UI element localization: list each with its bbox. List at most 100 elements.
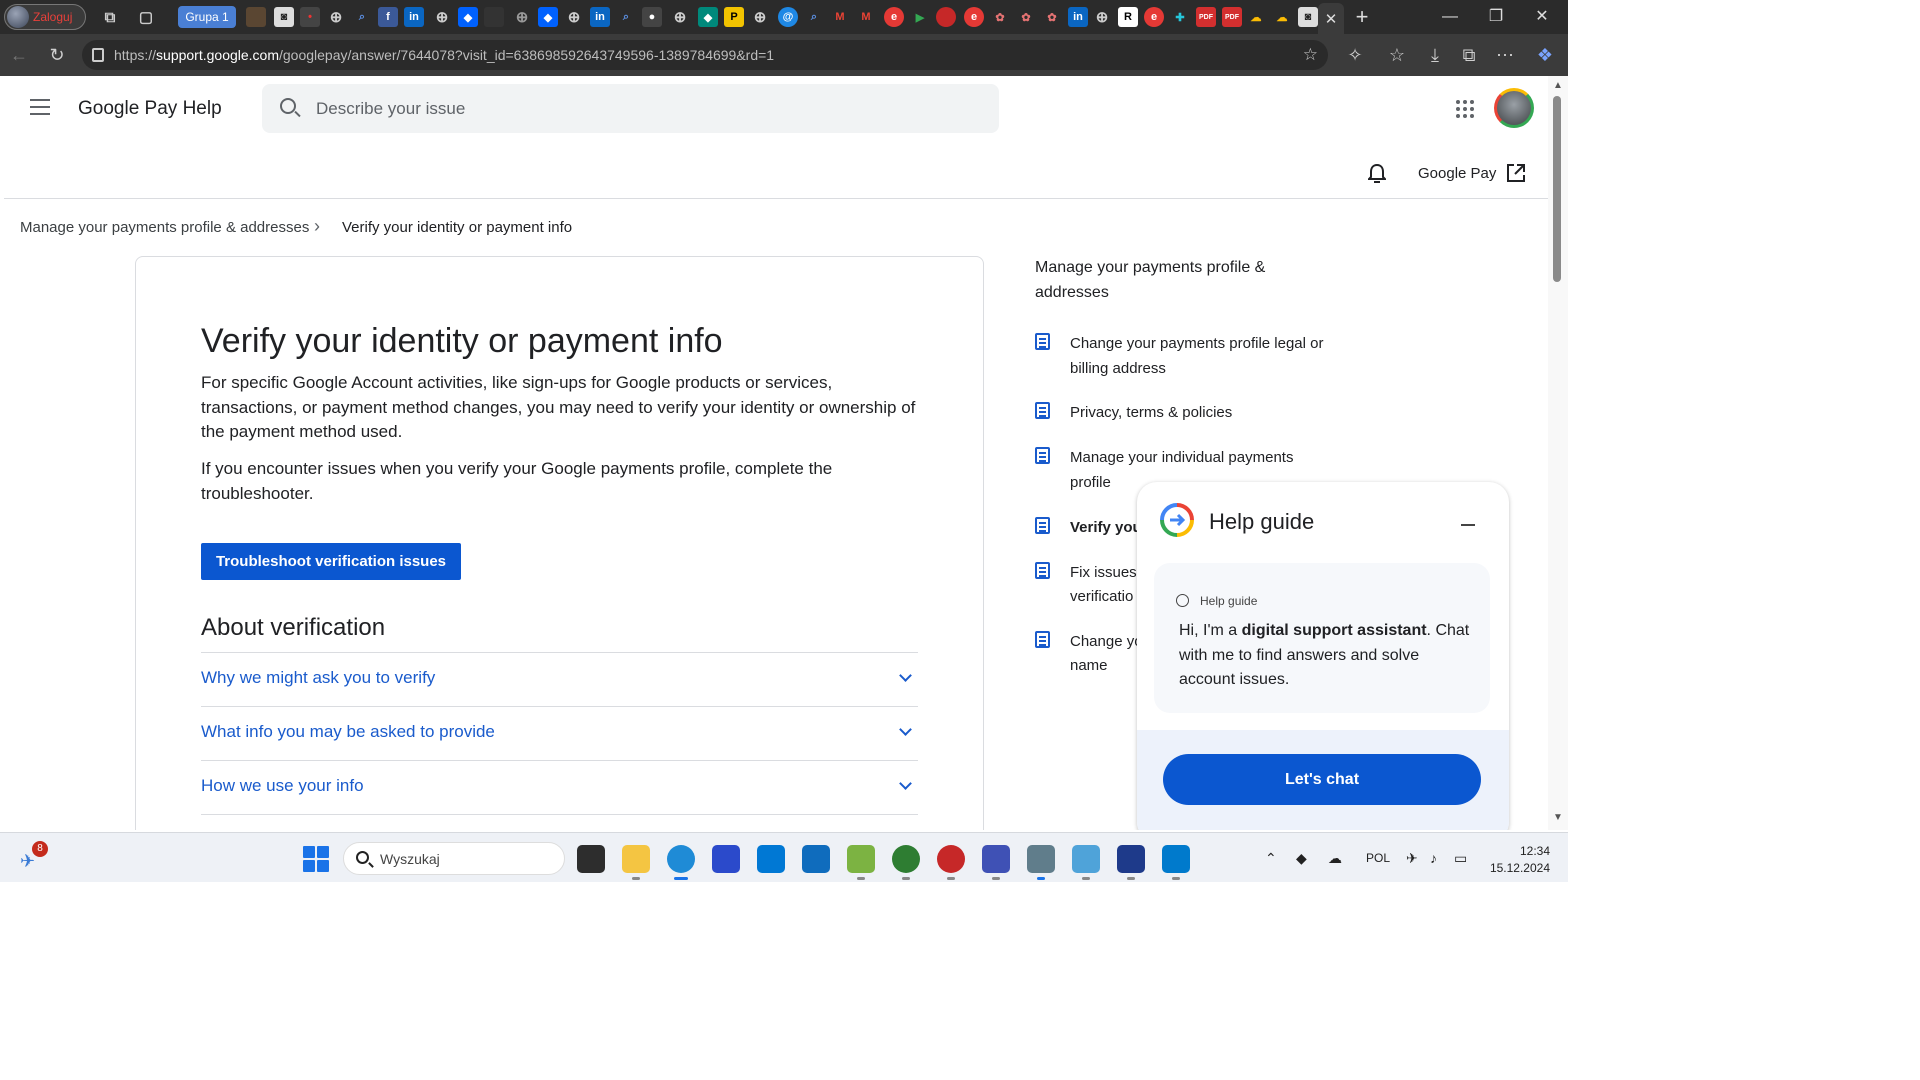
reload-icon[interactable]: ↻ <box>46 44 68 66</box>
tab-favicon-icon[interactable]: ✿ <box>1016 7 1036 27</box>
battery-icon[interactable]: ▭ <box>1454 850 1467 867</box>
edge-browser-icon[interactable] <box>667 845 695 873</box>
tab-group-label[interactable]: Grupa 1 <box>178 6 236 28</box>
search-box[interactable] <box>262 84 999 133</box>
scrollbar-thumb[interactable] <box>1553 96 1561 282</box>
tab-actions-icon[interactable]: ▢ <box>136 7 156 27</box>
volume-icon[interactable]: ♪ <box>1430 850 1437 866</box>
scroll-up-icon[interactable]: ▲ <box>1552 80 1564 91</box>
gmail-icon[interactable]: M <box>856 7 876 27</box>
downloads-icon[interactable]: ⤓ <box>1424 44 1446 66</box>
new-tab-button[interactable]: + <box>1350 4 1374 30</box>
restore-icon[interactable]: ❐ <box>1476 4 1516 30</box>
search-tab-icon[interactable]: ⌕ <box>352 7 372 27</box>
workspaces-icon[interactable]: ⧉ <box>100 7 120 27</box>
google-pay-link[interactable]: Google Pay <box>1418 165 1496 182</box>
hamburger-menu-icon[interactable] <box>30 99 50 115</box>
browser-profile-button[interactable]: Zaloguj <box>4 4 86 30</box>
facebook-icon[interactable]: f <box>378 7 398 27</box>
linkedin-icon[interactable]: in <box>1068 7 1088 27</box>
scroll-down-icon[interactable]: ▼ <box>1552 812 1564 823</box>
gmail-icon[interactable]: M <box>830 7 850 27</box>
tab-favicon-icon[interactable]: e <box>884 7 904 27</box>
accordion-item[interactable]: How we use your info <box>201 761 918 814</box>
app-title[interactable]: Google Pay Help <box>78 98 222 120</box>
globe-icon[interactable]: ⊕ <box>1092 7 1112 27</box>
accordion-item[interactable]: Why we might ask you to verify <box>201 653 918 706</box>
troubleshoot-button[interactable]: Troubleshoot verification issues <box>201 543 461 580</box>
email-icon[interactable]: @ <box>778 7 798 27</box>
linkedin-icon[interactable]: in <box>404 7 424 27</box>
tab-favicon-icon[interactable]: ✚ <box>1170 7 1190 27</box>
active-tab-close-button[interactable]: ✕ <box>1318 3 1344 34</box>
tab-favicon-icon[interactable] <box>246 7 266 27</box>
page-scrollbar[interactable]: ▲ ▼ <box>1548 76 1568 830</box>
close-window-icon[interactable]: ✕ <box>1522 4 1562 30</box>
google-apps-icon[interactable] <box>1456 100 1474 118</box>
sidebar-item[interactable]: Change your payments profile legal or bi… <box>1070 332 1330 381</box>
tab-favicon-icon[interactable]: e <box>964 7 984 27</box>
share-icon[interactable]: ⧉ <box>1458 44 1480 66</box>
url-field[interactable]: https://support.google.com/googlepay/ans… <box>82 40 1328 70</box>
task-view-icon[interactable] <box>577 845 605 873</box>
windows-start-icon[interactable] <box>303 846 329 872</box>
app-icon[interactable] <box>1117 845 1145 873</box>
vscode-icon[interactable] <box>1162 845 1190 873</box>
favorite-star-icon[interactable]: ☆ <box>1303 40 1318 70</box>
tab-favicon-icon[interactable]: ✿ <box>1042 7 1062 27</box>
tab-favicon-icon[interactable] <box>936 7 956 27</box>
save-app-icon[interactable] <box>712 845 740 873</box>
remote-desktop-icon[interactable] <box>1072 845 1100 873</box>
minimize-icon[interactable]: — <box>1430 4 1470 30</box>
file-explorer-icon[interactable] <box>622 845 650 873</box>
globe-icon[interactable]: ⊕ <box>564 7 584 27</box>
app-icon[interactable] <box>937 845 965 873</box>
dropbox-icon[interactable]: ◆ <box>458 7 478 27</box>
pdf-icon[interactable]: PDF <box>1222 7 1242 27</box>
chevron-up-icon[interactable]: ⌃ <box>1265 850 1277 867</box>
airplane-mode-icon[interactable]: ✈ <box>1406 850 1418 867</box>
tab-favicon-icon[interactable]: R <box>1118 7 1138 27</box>
back-icon[interactable]: ← <box>8 44 30 66</box>
tab-favicon-icon[interactable]: ◙ <box>274 7 294 27</box>
tab-favicon-icon[interactable]: ◙ <box>1298 7 1318 27</box>
tab-favicon-icon[interactable]: • <box>300 7 320 27</box>
notifications-bell-icon[interactable] <box>1368 164 1386 184</box>
globe-icon[interactable]: ⊕ <box>512 7 532 27</box>
minimize-panel-icon[interactable] <box>1461 524 1475 526</box>
globe-icon[interactable]: ⊕ <box>670 7 690 27</box>
linkedin-icon[interactable]: in <box>590 7 610 27</box>
onedrive-icon[interactable]: ☁ <box>1328 850 1342 867</box>
tab-favicon-icon[interactable]: ✿ <box>990 7 1010 27</box>
tab-favicon-icon[interactable]: e <box>1144 7 1164 27</box>
dropbox-tray-icon[interactable]: ◆ <box>1296 850 1307 867</box>
globe-icon[interactable]: ⊕ <box>326 7 346 27</box>
app-icon[interactable] <box>892 845 920 873</box>
extensions-icon[interactable]: ✧ <box>1344 44 1366 66</box>
pdf-icon[interactable]: PDF <box>1196 7 1216 27</box>
github-icon[interactable]: ● <box>642 7 662 27</box>
more-menu-icon[interactable]: ⋯ <box>1494 44 1516 66</box>
globe-icon[interactable]: ⊕ <box>432 7 452 27</box>
store-icon[interactable] <box>757 845 785 873</box>
open-external-icon[interactable] <box>1506 163 1526 183</box>
app-icon[interactable] <box>847 845 875 873</box>
globe-icon[interactable]: ⊕ <box>750 7 770 27</box>
search-input[interactable] <box>316 84 976 133</box>
app-icon[interactable] <box>1027 845 1055 873</box>
copilot-icon[interactable]: ❖ <box>1534 44 1556 66</box>
search-tab-icon[interactable]: ⌕ <box>616 7 636 27</box>
tab-favicon-icon[interactable]: ◆ <box>698 7 718 27</box>
cloud-icon[interactable]: ☁ <box>1246 7 1266 27</box>
search-tab-icon[interactable]: ⌕ <box>804 7 824 27</box>
tab-favicon-icon[interactable]: P <box>724 7 744 27</box>
accordion-item[interactable]: What info you may be asked to provide <box>201 707 918 760</box>
sidebar-item[interactable]: Privacy, terms & policies <box>1070 401 1330 426</box>
language-indicator[interactable]: POL <box>1366 851 1390 865</box>
network-app-icon[interactable] <box>982 845 1010 873</box>
dropbox-icon[interactable]: ◆ <box>538 7 558 27</box>
tab-favicon-icon[interactable] <box>484 7 504 27</box>
clock[interactable]: 12:34 15.12.2024 <box>1486 843 1550 877</box>
play-icon[interactable]: ▶ <box>910 7 930 27</box>
taskbar-search[interactable]: Wyszukaj <box>343 842 565 875</box>
